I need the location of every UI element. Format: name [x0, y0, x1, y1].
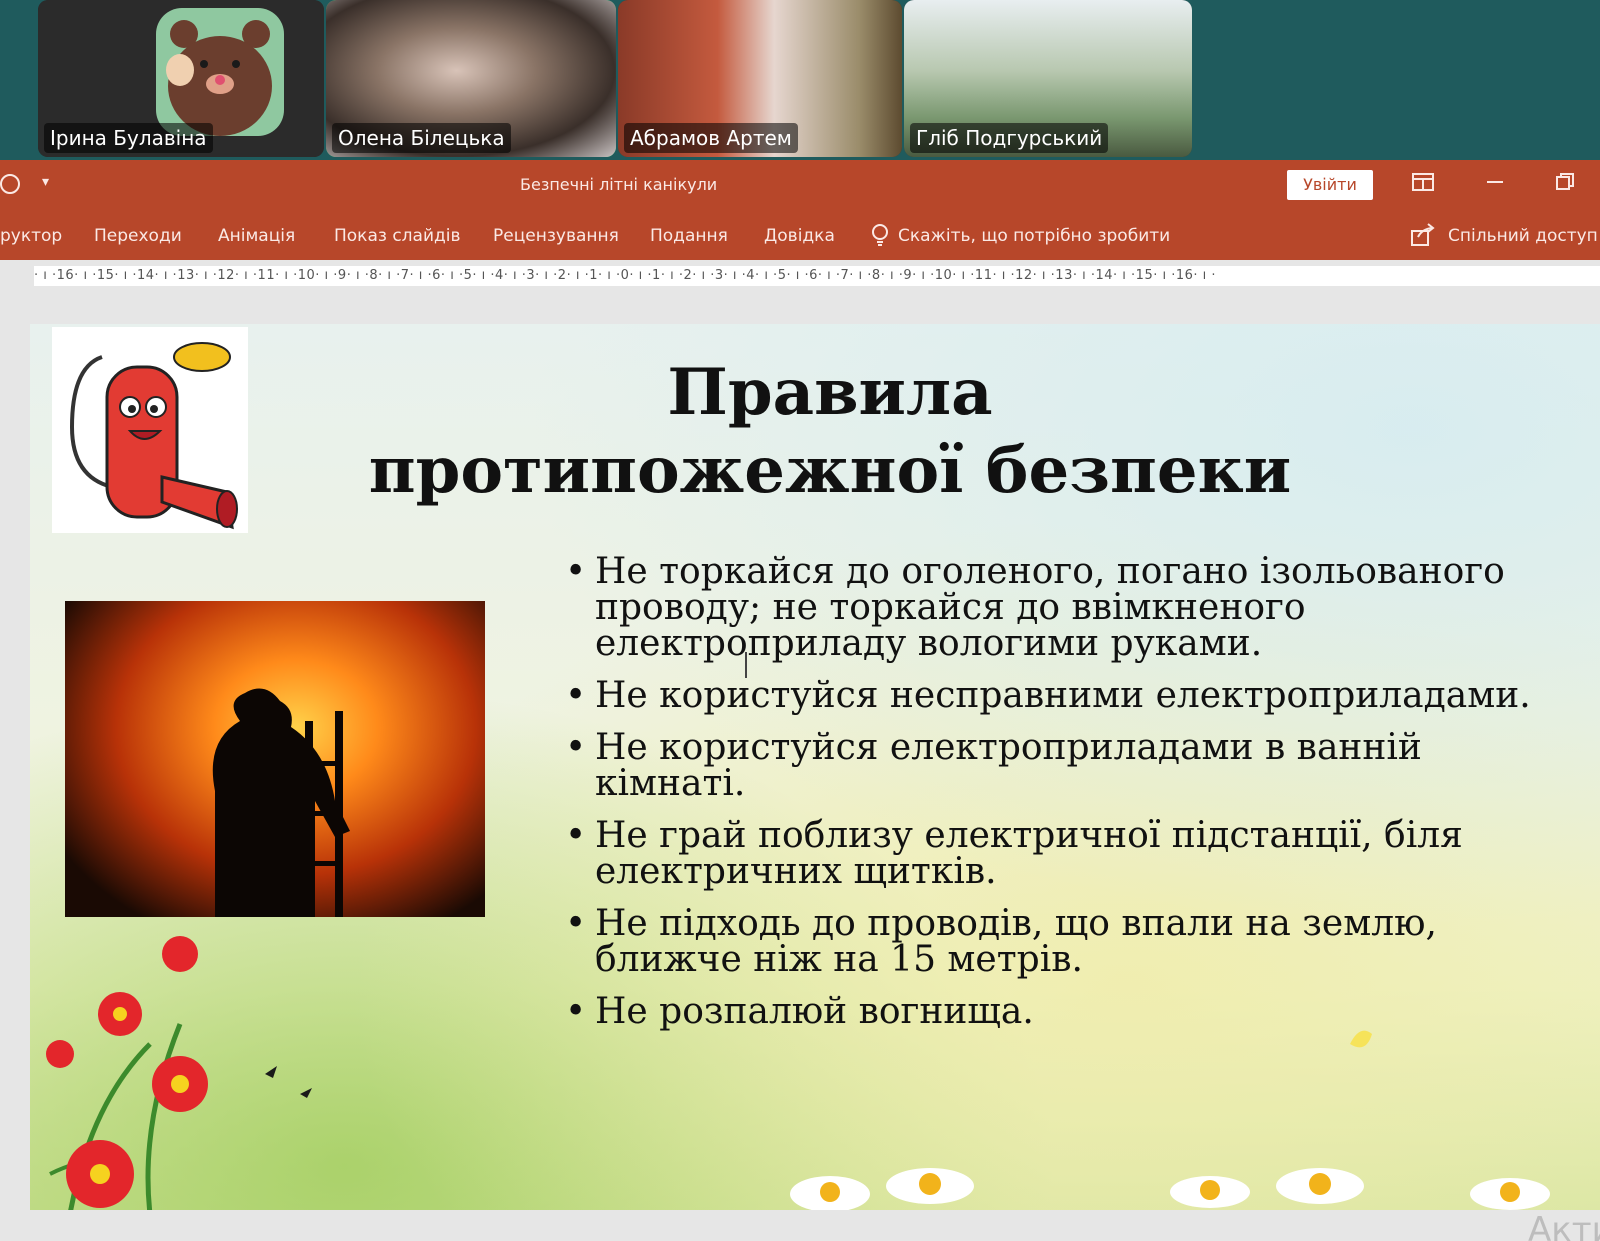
powerpoint-titlebar: ▾ Безпечні літні канікули Увійти	[0, 160, 1600, 212]
quick-access-dropdown-icon[interactable]: ▾	[42, 174, 49, 190]
participant-name: Абрамов Артем	[624, 123, 798, 153]
share-icon[interactable]	[1410, 223, 1436, 252]
share-button[interactable]: Спільний доступ	[1448, 226, 1598, 246]
tab-animations[interactable]: Анімація	[218, 226, 295, 246]
firefighter-fire-photo	[65, 601, 485, 917]
lightbulb-icon[interactable]	[870, 223, 890, 252]
restore-icon[interactable]	[1550, 172, 1580, 200]
video-strip: Ірина Булавіна Олена Білецька Абрамов Ар…	[0, 0, 1600, 160]
signin-button[interactable]: Увійти	[1287, 170, 1373, 200]
ruler-bar: · ı ·16· ı ·15· ı ·14· ı ·13· ı ·12· ı ·…	[0, 260, 1600, 292]
participant-tile-active-speaker[interactable]: Олена Білецька	[326, 0, 616, 157]
slide-title-line-2: протипожежної безпеки	[368, 433, 1292, 508]
flowers-decoration	[46, 936, 1550, 1210]
screen: Ірина Булавіна Олена Білецька Абрамов Ар…	[0, 0, 1600, 1241]
ribbon-display-options-icon[interactable]	[1408, 172, 1438, 200]
activate-windows-watermark: Акти	[1528, 1210, 1600, 1241]
ribbon-tabs: руктор Переходи Анімація Показ слайдів Р…	[0, 212, 1600, 260]
bullet-item: Не торкайся до оголеного, погано ізольов…	[565, 554, 1575, 662]
tab-view[interactable]: Подання	[650, 226, 728, 246]
bullet-item: Не користуйся електроприладами в ванній …	[565, 730, 1575, 802]
slide-title[interactable]: Правила протипожежної безпеки	[280, 354, 1380, 510]
slideshow-icon[interactable]	[0, 174, 20, 194]
tab-transitions[interactable]: Переходи	[94, 226, 182, 246]
participant-tile[interactable]: Абрамов Артем	[618, 0, 902, 157]
slide[interactable]: Правила протипожежної безпеки Не торкайс…	[30, 324, 1600, 1210]
tab-design[interactable]: руктор	[0, 226, 62, 246]
participant-name: Гліб Подгурський	[910, 123, 1109, 153]
horizontal-ruler[interactable]: · ı ·16· ı ·15· ı ·14· ı ·13· ı ·12· ı ·…	[34, 266, 1600, 286]
participant-name: Олена Білецька	[332, 123, 511, 153]
participant-name: Ірина Булавіна	[44, 123, 213, 153]
bullet-item: Не користуйся несправними електроприлада…	[565, 678, 1575, 715]
document-title: Безпечні літні канікули	[520, 175, 718, 194]
text-cursor	[745, 652, 747, 678]
tab-help[interactable]: Довідка	[764, 226, 835, 246]
bear-avatar-icon	[156, 8, 284, 136]
fire-extinguisher-illustration	[52, 327, 248, 533]
participant-tile[interactable]: Гліб Подгурський	[904, 0, 1192, 157]
minimize-icon[interactable]	[1480, 172, 1510, 200]
participant-tile[interactable]: Ірина Булавіна	[38, 0, 324, 157]
bullet-item: Не грай поблизу електричної підстанції, …	[565, 818, 1575, 890]
tab-slideshow[interactable]: Показ слайдів	[334, 226, 461, 246]
tell-me-search[interactable]: Скажіть, що потрібно зробити	[898, 226, 1170, 246]
slide-title-line-1: Правила	[667, 355, 993, 430]
tab-review[interactable]: Рецензування	[493, 226, 619, 246]
